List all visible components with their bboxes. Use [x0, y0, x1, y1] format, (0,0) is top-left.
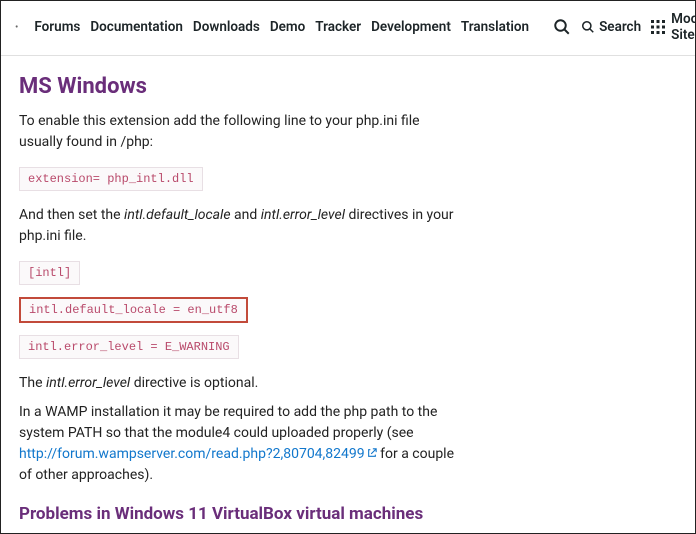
intro-text: To enable this extension add the followi… — [19, 111, 463, 153]
grid-icon — [651, 20, 665, 34]
nav-documentation[interactable]: Documentation — [90, 19, 183, 35]
link-wampserver[interactable]: http://forum.wampserver.com/read.php?2,8… — [19, 446, 365, 462]
code-error-level: intl.error_level = E_WARNING — [19, 335, 239, 359]
main-content: MS Windows To enable this extension add … — [1, 56, 481, 534]
text: and — [231, 207, 261, 223]
nav-demo[interactable]: Demo — [270, 19, 305, 35]
moodle-sites-button[interactable]: Moodle Sites — [651, 11, 696, 43]
text-italic: intl.default_locale — [124, 207, 231, 223]
moodle-sites-label: Moodle Sites — [671, 11, 696, 43]
heading-virtualbox: Problems in Windows 11 VirtualBox virtua… — [19, 504, 463, 524]
optional-text: The intl.error_level directive is option… — [19, 373, 463, 394]
nav-translation[interactable]: Translation — [461, 19, 529, 35]
code-extension: extension= php_intl.dll — [19, 167, 203, 191]
external-link-icon — [367, 444, 377, 454]
text: directive is optional. — [130, 375, 258, 391]
directives-text: And then set the intl.default_locale and… — [19, 205, 463, 247]
nav-downloads[interactable]: Downloads — [193, 19, 260, 35]
top-nav: • Forums Documentation Downloads Demo Tr… — [1, 1, 695, 56]
code-intl-section: [intl] — [19, 261, 80, 285]
magnify-icon[interactable] — [553, 18, 571, 36]
wamp-text: In a WAMP installation it may be require… — [19, 402, 463, 486]
code-default-locale: intl.default_locale = en_utf8 — [19, 297, 248, 323]
text-italic: intl.error_level — [261, 207, 345, 223]
heading-ms-windows: MS Windows — [19, 74, 463, 99]
text: The — [19, 375, 46, 391]
search-icon — [581, 20, 595, 34]
search-button[interactable]: Search — [581, 19, 641, 35]
nav-dot: • — [15, 22, 18, 33]
nav-tracker[interactable]: Tracker — [315, 19, 361, 35]
page-frame: • Forums Documentation Downloads Demo Tr… — [0, 0, 696, 534]
nav-forums[interactable]: Forums — [34, 19, 80, 35]
nav-development[interactable]: Development — [371, 19, 451, 35]
text: And then set the — [19, 207, 124, 223]
text-italic: intl.error_level — [46, 375, 130, 391]
search-label: Search — [599, 19, 641, 35]
text: In a WAMP installation it may be require… — [19, 404, 437, 441]
